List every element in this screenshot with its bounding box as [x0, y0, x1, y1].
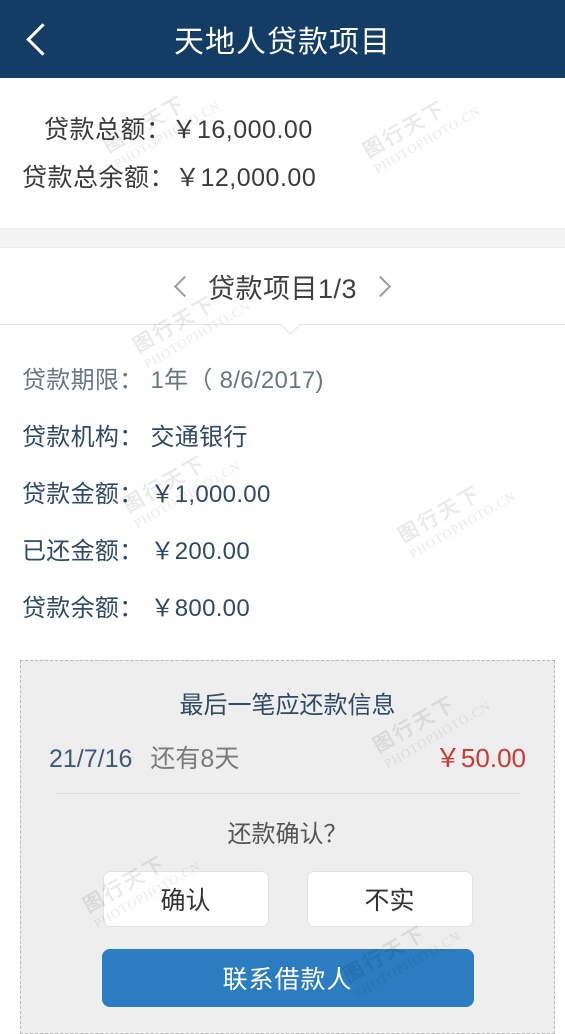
repayment-panel-title: 最后一笔应还款信息	[179, 692, 396, 719]
repayment-panel: 最后一笔应还款信息 21/7/16 还有8天 ￥50.00 还款确认？ 确认 不…	[20, 660, 555, 1034]
detail-row: 贷款期限： 1年（ 8/6/2017)	[22, 367, 324, 394]
detail-row: 贷款余额： ￥800.00	[22, 595, 250, 622]
loan-detail-list: 贷款期限： 1年（ 8/6/2017) 贷款机构： 交通银行 贷款金额： ￥1,…	[0, 325, 565, 652]
confirm-question: 还款确认？	[227, 821, 348, 848]
total-loan-balance: 贷款总余额：￥12,000.00	[22, 164, 317, 192]
back-button[interactable]	[12, 0, 66, 78]
chevron-left-icon	[25, 22, 59, 56]
pager-divider	[0, 313, 565, 336]
total-loan-amount: 贷款总额：￥16,000.00	[44, 116, 313, 144]
due-date: 21/7/16	[49, 745, 133, 773]
due-row: 21/7/16 还有8天 ￥50.00	[21, 734, 554, 785]
chevron-left-icon[interactable]	[173, 275, 196, 297]
detail-row: 贷款金额： ￥1,000.00	[22, 481, 271, 508]
due-amount: ￥50.00	[434, 743, 526, 773]
contact-borrower-button[interactable]: 联系借款人	[101, 949, 474, 1007]
pager-label: 贷款项目1/3	[207, 273, 358, 304]
confirm-button-row: 确认 不实	[21, 871, 554, 949]
page-title: 天地人贷款项目	[174, 26, 391, 59]
detail-row: 贷款机构： 交通银行	[22, 424, 248, 451]
confirm-button[interactable]: 确认	[102, 871, 269, 927]
deny-button[interactable]: 不实	[306, 871, 473, 927]
section-divider-band	[0, 228, 565, 248]
days-left: 还有8天	[150, 745, 240, 773]
loan-project-pager: 贷款项目1/3	[0, 248, 565, 324]
chevron-right-icon[interactable]	[369, 275, 392, 297]
loan-summary-section: 贷款总额：￥16,000.00 贷款总余额：￥12,000.00	[0, 78, 565, 228]
app-header: 天地人贷款项目	[0, 0, 565, 78]
detail-row: 已还金额： ￥200.00	[22, 538, 250, 565]
